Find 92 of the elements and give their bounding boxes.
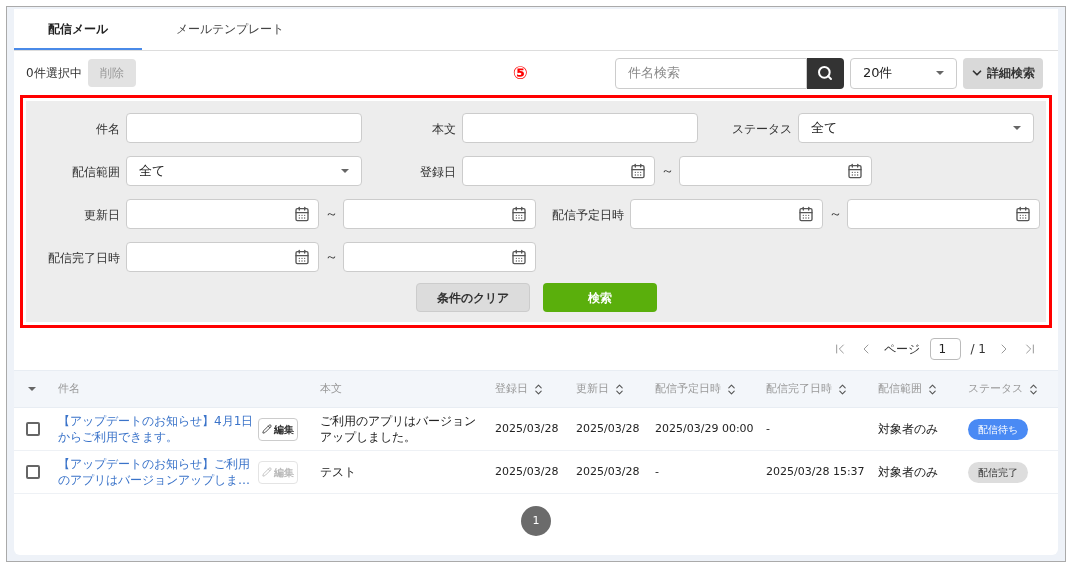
date-field[interactable]	[343, 199, 536, 229]
sort-icon[interactable]	[532, 382, 545, 396]
column-header: 件名	[58, 380, 80, 397]
status-badge: 配信待ち	[968, 418, 1028, 440]
column-header[interactable]: ステータス	[968, 380, 1040, 398]
date-field[interactable]	[630, 199, 823, 229]
row-checkbox[interactable]	[26, 422, 40, 436]
text-field[interactable]	[462, 113, 698, 143]
dropdown-caret-icon	[28, 387, 36, 391]
date-field[interactable]	[462, 156, 655, 186]
filter-label: 配信範囲	[71, 164, 121, 181]
range-separator: ～	[325, 205, 337, 224]
table-cell-text: 2025/03/28	[575, 463, 641, 480]
table-cell-text: 2025/03/29 00:00	[654, 420, 755, 437]
table-cell-text: 2025/03/28	[575, 420, 641, 437]
filter-label: ステータス	[731, 121, 793, 138]
tab[interactable]: メールテンプレート	[142, 10, 318, 50]
calendar-icon	[511, 206, 527, 222]
range-separator: ～	[325, 248, 337, 267]
page-number-field[interactable]: 1	[929, 338, 961, 360]
subject-search-field[interactable]: 件名検索	[614, 57, 807, 89]
table-cell-text: 対象者のみ	[877, 421, 939, 438]
column-label: 登録日	[495, 380, 528, 397]
date-field[interactable]	[847, 199, 1040, 229]
column-header[interactable]: 登録日	[495, 380, 545, 398]
sort-icon[interactable]	[836, 382, 849, 396]
table-cell-text: -	[654, 463, 660, 480]
date-field[interactable]	[126, 199, 319, 229]
column-label: 配信完了日時	[766, 380, 832, 397]
column-header: 本文	[320, 380, 342, 397]
table-cell-text: 2025/03/28	[494, 463, 560, 480]
select-field[interactable]: 全て	[126, 156, 362, 186]
sort-icon[interactable]	[725, 382, 738, 396]
filter-label: 登録日	[419, 164, 457, 181]
filter-label: 配信予定日時	[551, 207, 625, 224]
column-header[interactable]: 更新日	[576, 380, 626, 398]
column-label: 配信予定日時	[655, 380, 721, 397]
column-label: 更新日	[576, 380, 609, 397]
edit-button[interactable]: 編集	[258, 417, 298, 441]
search-button[interactable]: 検索	[542, 283, 657, 312]
date-field[interactable]	[679, 156, 872, 186]
table-cell-text: -	[765, 420, 771, 437]
filter-label: 更新日	[83, 207, 121, 224]
column-header[interactable]: 配信予定日時	[655, 380, 738, 398]
per-page-select[interactable]: 20件	[849, 57, 957, 89]
calendar-icon	[294, 206, 310, 222]
step-marker: ⑤	[512, 64, 528, 82]
pencil-icon	[262, 467, 272, 477]
table-cell-text: 2025/03/28	[494, 420, 560, 437]
page-button[interactable]: 1	[521, 506, 551, 536]
subject-link[interactable]: 【アップデートのお知らせ】4月1日からご利用できます。	[58, 413, 254, 445]
filter-label: 件名	[95, 121, 121, 138]
subject-link[interactable]: 【アップデートのお知らせ】ご利用のアプリはバージョンアップしま…	[58, 456, 254, 488]
calendar-icon	[847, 163, 863, 179]
search-icon	[817, 65, 834, 81]
tab[interactable]: 配信メール	[14, 10, 142, 50]
calendar-icon	[294, 249, 310, 265]
date-field[interactable]	[343, 242, 536, 272]
table-cell-text: ご利用のアプリはバージョンアップしました。	[319, 413, 477, 445]
advanced-search-button[interactable]: 詳細検索	[962, 57, 1043, 89]
dropdown-caret-icon	[1013, 126, 1021, 130]
row-checkbox[interactable]	[26, 465, 40, 479]
search-button[interactable]	[806, 57, 844, 89]
filter-label: 本文	[431, 121, 457, 138]
select-field[interactable]: 全て	[798, 113, 1034, 143]
dropdown-caret-icon	[935, 71, 944, 75]
column-label: ステータス	[968, 380, 1023, 397]
column-header[interactable]: 配信範囲	[878, 380, 939, 398]
text-field[interactable]	[126, 113, 362, 143]
column-label: 配信範囲	[878, 380, 922, 397]
date-field[interactable]	[126, 242, 319, 272]
column-header[interactable]: 配信完了日時	[766, 380, 849, 398]
dropdown-caret-icon	[341, 169, 349, 173]
calendar-icon	[630, 163, 646, 179]
filter-label: 配信完了日時	[47, 250, 121, 267]
status-badge: 配信完了	[968, 461, 1028, 483]
table-cell-text: テスト	[319, 464, 357, 480]
pencil-icon	[262, 424, 272, 434]
sort-icon[interactable]	[926, 382, 939, 396]
range-separator: ～	[829, 205, 841, 224]
sort-icon[interactable]	[613, 382, 626, 396]
selection-count: 0件選択中	[26, 65, 82, 82]
calendar-icon	[511, 249, 527, 265]
page-label: ページ	[883, 341, 920, 358]
calendar-icon	[1015, 206, 1031, 222]
table-cell-text: 対象者のみ	[877, 464, 939, 481]
table-cell-text: 2025/03/28 15:37	[765, 463, 866, 480]
clear-conditions-button[interactable]: 条件のクリア	[415, 283, 530, 312]
page-total: / 1	[970, 341, 986, 358]
range-separator: ～	[661, 162, 673, 181]
sort-icon[interactable]	[1027, 382, 1040, 396]
calendar-icon	[798, 206, 814, 222]
